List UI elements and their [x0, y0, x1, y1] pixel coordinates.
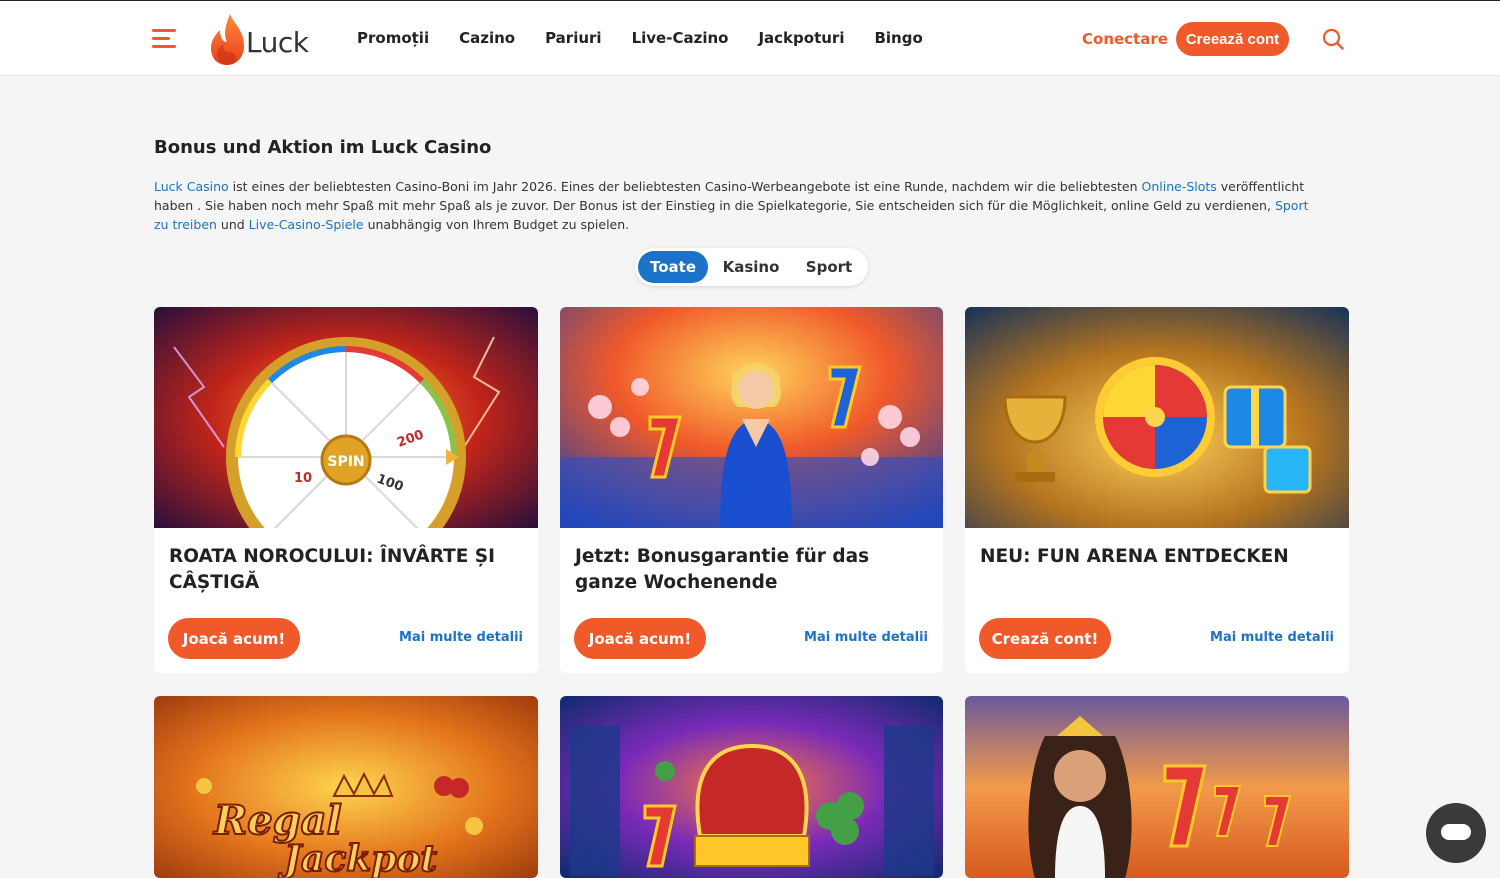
flame-icon	[211, 14, 244, 65]
promo-image-crown[interactable]	[560, 696, 943, 878]
nav-cazino[interactable]: Cazino	[459, 29, 515, 47]
intro-text: unabhängig von Ihrem Budget zu spielen.	[363, 217, 630, 232]
logo-text: Luck	[246, 25, 309, 59]
promo-image-lady[interactable]	[560, 307, 943, 528]
promo-card	[560, 696, 943, 878]
more-details-link[interactable]: Mai multe detalii	[804, 630, 928, 645]
signup-button[interactable]: Creează cont	[1176, 22, 1289, 56]
promo-image-cleopatra[interactable]	[965, 696, 1349, 878]
nav-live-cazino[interactable]: Live-Cazino	[632, 29, 729, 47]
card-title: NEU: FUN ARENA ENTDECKEN	[980, 546, 1289, 567]
filter-toate[interactable]: Toate	[638, 251, 708, 283]
wheel-spin-label: SPIN	[327, 454, 364, 470]
luck-casino-link[interactable]: Luck Casino	[154, 179, 229, 194]
card-title: Jetzt: Bonusgarantie für das ganze Woche…	[575, 546, 870, 593]
promo-image-wheel[interactable]: SPIN 200 100 10	[154, 307, 538, 528]
promo-filter: Toate Kasino Sport	[635, 248, 868, 286]
promo-card: Regal Jackpot	[154, 696, 538, 878]
play-now-button[interactable]: Joacă acum!	[168, 618, 300, 659]
chat-button[interactable]	[1426, 803, 1486, 863]
promo-card: SPIN 200 100 10 ROATA NOROCULUI: ÎNVÂRTE…	[154, 307, 538, 673]
login-link[interactable]: Conectare	[1082, 30, 1168, 48]
play-now-button[interactable]: Joacă acum!	[574, 618, 706, 659]
intro-text: und	[216, 217, 249, 232]
filter-kasino[interactable]: Kasino	[715, 251, 787, 283]
nav-jackpoturi[interactable]: Jackpoturi	[758, 29, 844, 47]
create-account-button[interactable]: Crează cont!	[979, 618, 1111, 659]
main-nav: Promoții Cazino Pariuri Live-Cazino Jack…	[357, 29, 923, 47]
nav-pariuri[interactable]: Pariuri	[545, 29, 601, 47]
promo-image-regal-jackpot[interactable]: Regal Jackpot	[154, 696, 538, 878]
promo-image-arena[interactable]	[965, 307, 1349, 528]
card-title: ROATA NOROCULUI: ÎNVÂRTE ȘI CÂȘTIGĂ	[169, 546, 496, 593]
regal-text: Regal	[213, 797, 342, 844]
promo-card: Jetzt: Bonusgarantie für das ganze Woche…	[560, 307, 943, 673]
nav-bingo[interactable]: Bingo	[874, 29, 922, 47]
menu-icon[interactable]	[152, 29, 178, 49]
page-title: Bonus und Aktion im Luck Casino	[154, 137, 492, 158]
live-casino-link[interactable]: Live-Casino-Spiele	[249, 217, 364, 232]
wheel-value-label: 10	[294, 471, 312, 486]
jackpot-text: Jackpot	[278, 838, 437, 878]
intro-paragraph: Luck Casino ist eines der beliebtesten C…	[154, 177, 1314, 234]
filter-sport[interactable]: Sport	[795, 251, 863, 283]
more-details-link[interactable]: Mai multe detalii	[1210, 630, 1334, 645]
chat-icon	[1441, 824, 1471, 840]
online-slots-link[interactable]: Online-Slots	[1142, 179, 1217, 194]
intro-text: ist eines der beliebtesten Casino-Boni i…	[228, 179, 1142, 194]
logo[interactable]: Luck	[208, 11, 318, 67]
more-details-link[interactable]: Mai multe detalii	[399, 630, 523, 645]
search-icon[interactable]	[1322, 28, 1344, 50]
site-header: Luck Promoții Cazino Pariuri Live-Cazino…	[0, 0, 1500, 76]
promo-card	[965, 696, 1349, 878]
promo-card: NEU: FUN ARENA ENTDECKEN Crează cont! Ma…	[965, 307, 1349, 673]
nav-promotii[interactable]: Promoții	[357, 29, 429, 47]
